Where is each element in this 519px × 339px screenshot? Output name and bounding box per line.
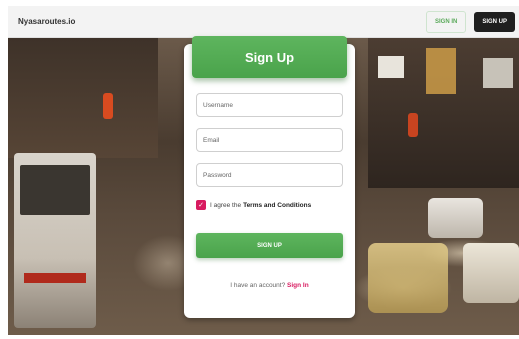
background-building-left xyxy=(8,38,158,158)
have-account-row: I have an account? Sign In xyxy=(184,282,355,289)
brand-logo[interactable]: Nyasaroutes.io xyxy=(18,17,75,26)
sign-up-submit-button[interactable]: SIGN UP xyxy=(196,233,343,258)
background-sign xyxy=(483,58,513,88)
signup-card: Sign Up ✓ I agree the Terms and Conditio… xyxy=(184,36,355,318)
background-taxi xyxy=(368,243,448,313)
traffic-light xyxy=(408,113,418,137)
background-sign xyxy=(426,48,456,94)
terms-checkbox[interactable]: ✓ xyxy=(196,200,206,210)
sign-up-nav-button[interactable]: SIGN UP xyxy=(474,11,515,32)
card-title: Sign Up xyxy=(192,36,347,78)
background-sign xyxy=(378,56,404,78)
background-car xyxy=(428,198,483,238)
sign-in-button[interactable]: SIGN IN xyxy=(425,10,467,33)
email-input[interactable] xyxy=(196,128,343,152)
terms-link[interactable]: Terms and Conditions xyxy=(243,202,311,209)
username-input[interactable] xyxy=(196,93,343,117)
top-navbar: Nyasaroutes.io SIGN IN SIGN UP xyxy=(8,6,519,38)
nav-actions: SIGN IN SIGN UP xyxy=(425,10,515,33)
terms-row: ✓ I agree the Terms and Conditions xyxy=(196,200,311,210)
background-bus xyxy=(14,153,96,328)
traffic-light xyxy=(103,93,113,119)
have-account-text: I have an account? xyxy=(230,282,286,289)
terms-label: I agree the xyxy=(210,201,242,209)
password-input[interactable] xyxy=(196,163,343,187)
check-icon: ✓ xyxy=(198,202,204,209)
background-car xyxy=(463,243,519,303)
sign-in-link[interactable]: Sign In xyxy=(287,282,309,289)
